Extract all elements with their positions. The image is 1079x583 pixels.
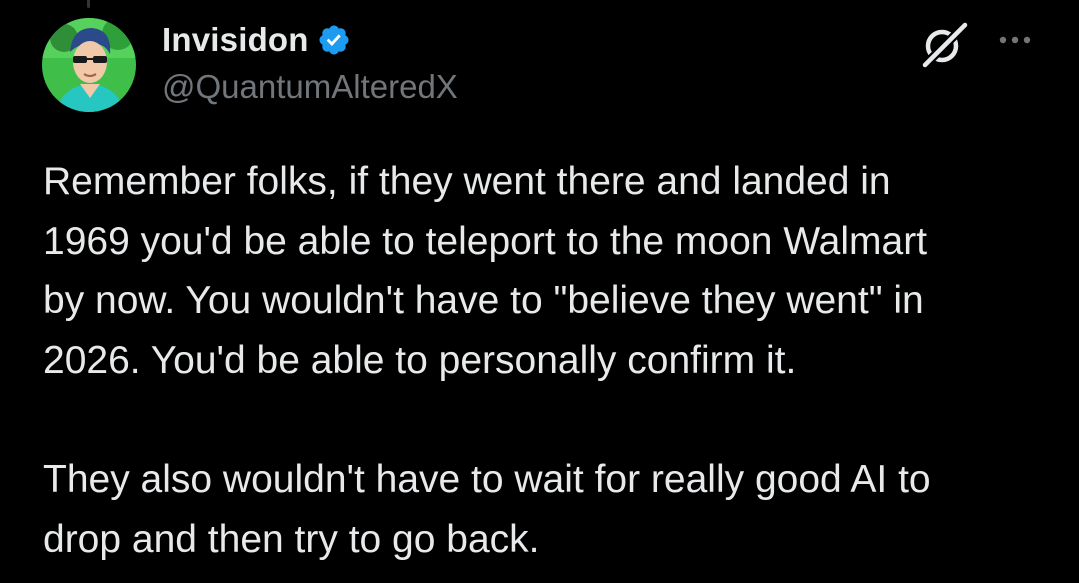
verified-badge-icon[interactable] (317, 23, 351, 57)
avatar[interactable] (42, 18, 136, 112)
author-display-name[interactable]: Invisidon (162, 21, 309, 59)
thread-connector-line (87, 0, 90, 8)
more-options-icon[interactable] (994, 22, 1036, 52)
author-name-row: Invisidon (162, 18, 351, 62)
tweet-paragraph: Remember folks, if they went there and l… (43, 160, 928, 382)
tweet-paragraph: They also wouldn't have to wait for real… (43, 458, 931, 561)
tweet-text: Remember folks, if they went there and l… (43, 152, 1058, 569)
grok-icon[interactable] (920, 22, 970, 70)
avatar-image (42, 18, 136, 112)
author-handle[interactable]: @QuantumAlteredX (162, 68, 458, 106)
